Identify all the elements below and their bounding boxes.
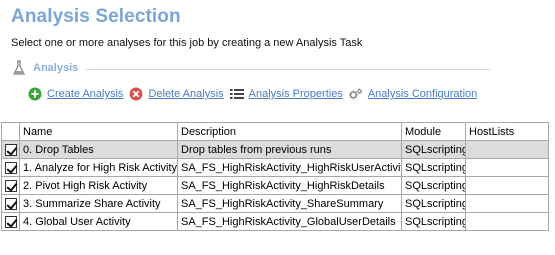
delete-circle-icon xyxy=(129,87,143,101)
delete-analysis-label[interactable]: Delete Analysis xyxy=(148,88,223,100)
gears-icon xyxy=(348,88,363,100)
column-header-name[interactable]: Name xyxy=(19,122,178,141)
column-header-module[interactable]: Module xyxy=(401,122,466,141)
section-label: Analysis xyxy=(33,62,79,74)
column-header-description[interactable]: Description xyxy=(177,122,402,141)
row-hostlists[interactable] xyxy=(465,212,549,231)
row-description[interactable]: SA_FS_HighRiskActivity_HighRiskDetails xyxy=(177,176,402,195)
page-title: Analysis Selection xyxy=(11,6,181,27)
row-description[interactable]: SA_FS_HighRiskActivity_ShareSummary xyxy=(177,194,402,213)
analysis-toolbar: Create Analysis Delete Analysis Analysis… xyxy=(28,86,483,102)
row-checkbox[interactable] xyxy=(4,215,17,228)
row-checkbox-cell[interactable] xyxy=(1,158,20,177)
row-hostlists[interactable] xyxy=(465,158,549,177)
analysis-configuration-button[interactable]: Analysis Configuration xyxy=(348,87,477,101)
row-description[interactable]: Drop tables from previous runs xyxy=(177,140,402,159)
row-hostlists[interactable] xyxy=(465,176,549,195)
row-module[interactable]: SQLscripting xyxy=(401,194,466,213)
row-module[interactable]: SQLscripting xyxy=(401,212,466,231)
row-module[interactable]: SQLscripting xyxy=(401,140,466,159)
row-module[interactable]: SQLscripting xyxy=(401,176,466,195)
row-checkbox-cell[interactable] xyxy=(1,140,20,159)
list-icon xyxy=(229,89,244,99)
row-hostlists[interactable] xyxy=(465,194,549,213)
table-row[interactable]: 4. Global User Activity SA_FS_HighRiskAc… xyxy=(1,212,549,231)
create-analysis-label[interactable]: Create Analysis xyxy=(47,88,123,100)
create-analysis-button[interactable]: Create Analysis xyxy=(28,87,123,101)
delete-analysis-button[interactable]: Delete Analysis xyxy=(129,87,224,101)
row-checkbox[interactable] xyxy=(4,143,17,156)
analysis-properties-label[interactable]: Analysis Properties xyxy=(249,88,343,100)
row-name[interactable]: 3. Summarize Share Activity xyxy=(19,194,178,213)
grid-header-row: Name Description Module HostLists xyxy=(1,122,549,141)
table-row[interactable]: 2. Pivot High Risk Activity SA_FS_HighRi… xyxy=(1,176,549,195)
flask-icon xyxy=(12,60,26,75)
row-name[interactable]: 4. Global User Activity xyxy=(19,212,178,231)
row-name[interactable]: 0. Drop Tables xyxy=(19,140,178,159)
row-checkbox-cell[interactable] xyxy=(1,176,20,195)
table-row[interactable]: 3. Summarize Share Activity SA_FS_HighRi… xyxy=(1,194,549,213)
analysis-configuration-label[interactable]: Analysis Configuration xyxy=(368,88,477,100)
row-name[interactable]: 2. Pivot High Risk Activity xyxy=(19,176,178,195)
section-divider xyxy=(86,68,490,70)
analysis-grid: Name Description Module HostLists 0. Dro… xyxy=(1,122,549,231)
plus-circle-icon xyxy=(28,87,42,101)
table-row[interactable]: 1. Analyze for High Risk Activity SA_FS_… xyxy=(1,158,549,177)
column-header-hostlists[interactable]: HostLists xyxy=(465,122,549,141)
analysis-section-header: Analysis xyxy=(12,59,490,77)
row-description[interactable]: SA_FS_HighRiskActivity_GlobalUserDetails xyxy=(177,212,402,231)
row-module[interactable]: SQLscripting xyxy=(401,158,466,177)
table-row[interactable]: 0. Drop Tables Drop tables from previous… xyxy=(1,140,549,159)
row-checkbox[interactable] xyxy=(4,161,17,174)
analysis-properties-button[interactable]: Analysis Properties xyxy=(229,87,343,101)
row-name[interactable]: 1. Analyze for High Risk Activity xyxy=(19,158,178,177)
page-subtitle: Select one or more analyses for this job… xyxy=(11,37,363,49)
row-checkbox[interactable] xyxy=(4,197,17,210)
row-hostlists[interactable] xyxy=(465,140,549,159)
row-description[interactable]: SA_FS_HighRiskActivity_HighRiskUserActiv… xyxy=(177,158,402,177)
row-checkbox-cell[interactable] xyxy=(1,194,20,213)
row-checkbox-cell[interactable] xyxy=(1,212,20,231)
row-checkbox[interactable] xyxy=(4,179,17,192)
checkbox-column-header xyxy=(1,122,20,141)
